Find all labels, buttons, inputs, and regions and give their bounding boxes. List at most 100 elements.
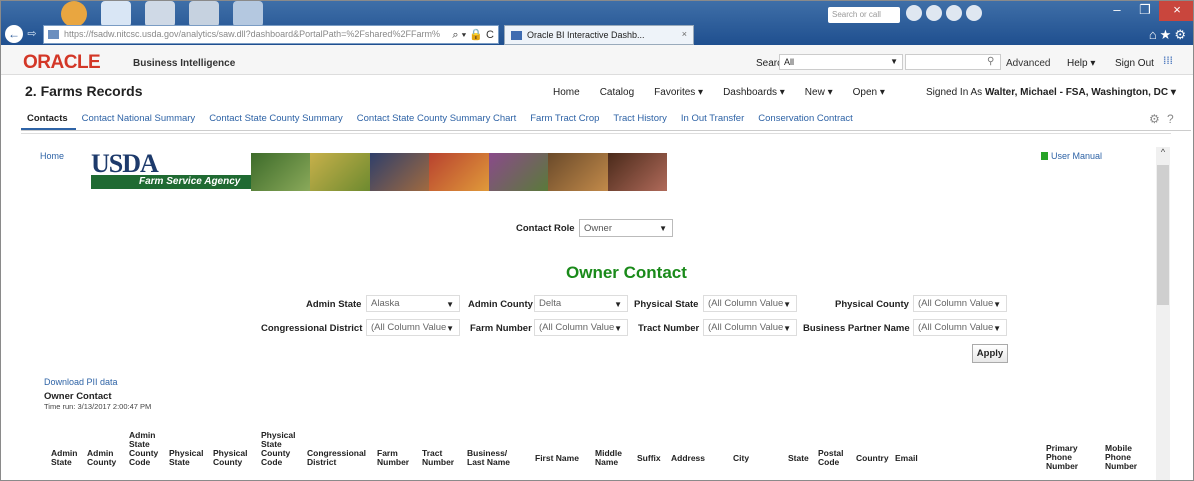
tab-favicon-icon xyxy=(511,31,522,40)
minimize-button[interactable]: – xyxy=(1103,1,1131,21)
column-header[interactable]: State xyxy=(788,454,816,463)
physical-county-select[interactable]: (All Column Value ▼ xyxy=(913,295,1007,312)
nav-favorites[interactable]: Favorites ▾ xyxy=(654,87,703,98)
nav-dashboards[interactable]: Dashboards ▾ xyxy=(723,87,785,98)
document-icon[interactable] xyxy=(233,1,263,27)
nav-open[interactable]: Open ▾ xyxy=(853,87,885,98)
chevron-down-icon: ▼ xyxy=(783,300,791,309)
column-header[interactable]: Physical State xyxy=(169,449,207,467)
chevron-down-icon: ▼ xyxy=(993,300,1001,309)
sign-out-link[interactable]: Sign Out xyxy=(1115,58,1154,69)
gear-icon[interactable]: ⚙ xyxy=(1149,112,1160,126)
scroll-up-icon[interactable]: ^ xyxy=(1156,147,1170,161)
column-header[interactable]: Email xyxy=(895,454,925,463)
tab-tract-history[interactable]: Tract History xyxy=(607,111,674,130)
settings-icon[interactable] xyxy=(926,5,942,21)
congressional-district-select[interactable]: (All Column Value ▼ xyxy=(366,319,460,336)
phone-icon[interactable] xyxy=(906,5,922,21)
business-partner-name-label: Business Partner Name xyxy=(803,323,910,334)
address-bar[interactable]: https://fsadw.nitcsc.usda.gov/analytics/… xyxy=(43,25,499,44)
column-header[interactable]: Physical County xyxy=(213,449,253,467)
user-manual-link[interactable]: User Manual xyxy=(1041,151,1102,161)
contact-role-select[interactable]: Owner ▼ xyxy=(579,219,673,237)
column-header[interactable]: City xyxy=(733,454,763,463)
back-arrow-icon[interactable]: ← xyxy=(5,25,23,43)
obiee-header: ORACLE Business Intelligence Search All … xyxy=(1,45,1193,75)
help-icon[interactable]: ? xyxy=(1167,112,1174,126)
chevron-down-icon: ▼ xyxy=(659,224,667,233)
tab-contact-state-county-summary[interactable]: Contact State County Summary xyxy=(203,111,351,130)
column-header[interactable]: Country xyxy=(856,454,898,463)
tab-conservation-contract[interactable]: Conservation Contract xyxy=(752,111,861,130)
browser-chrome: Search or call – ❐ × ← ⇨ https://fsadw.n… xyxy=(1,1,1193,45)
close-button[interactable]: × xyxy=(1159,1,1193,21)
banner-photo xyxy=(310,153,370,191)
chevron-down-icon: ▼ xyxy=(890,57,898,66)
help-menu[interactable]: Help ▾ xyxy=(1067,58,1095,69)
physical-county-value: (All Column Value xyxy=(918,298,994,309)
apply-button[interactable]: Apply xyxy=(972,344,1008,363)
banner-photo xyxy=(548,153,608,191)
download-pii-link[interactable]: Download PII data xyxy=(44,377,118,387)
signed-in-label: Signed In As xyxy=(926,87,983,98)
nav-catalog[interactable]: Catalog xyxy=(600,87,634,98)
column-header[interactable]: Physical State County Code xyxy=(261,431,301,467)
search-scope-select[interactable]: All ▼ xyxy=(779,54,903,70)
tab-in-out-transfer[interactable]: In Out Transfer xyxy=(675,111,752,130)
home-link[interactable]: Home xyxy=(40,151,64,161)
tab-farm-tract-crop[interactable]: Farm Tract Crop xyxy=(524,111,607,130)
column-header[interactable]: Suffix xyxy=(637,454,669,463)
scrollbar-thumb[interactable] xyxy=(1157,165,1169,305)
column-header[interactable]: Congressional District xyxy=(307,449,373,467)
column-header[interactable]: First Name xyxy=(535,454,587,463)
physical-state-label: Physical State xyxy=(634,299,699,310)
tab-contacts[interactable]: Contacts xyxy=(21,111,76,130)
document-icon[interactable] xyxy=(145,1,175,27)
usda-logo: USDA Farm Service Agency xyxy=(91,149,251,191)
admin-county-select[interactable]: Delta ▼ xyxy=(534,295,628,312)
chevron-down-icon: ▼ xyxy=(993,324,1001,333)
column-header[interactable]: Primary Phone Number xyxy=(1046,444,1090,471)
farm-number-value: (All Column Value xyxy=(539,322,615,333)
banner-photo-strip xyxy=(251,153,667,191)
business-partner-name-select[interactable]: (All Column Value ▼ xyxy=(913,319,1007,336)
physical-county-label: Physical County xyxy=(835,299,909,310)
browser-tab[interactable]: Oracle BI Interactive Dashb... × xyxy=(504,25,694,45)
column-header[interactable]: Admin State xyxy=(51,449,77,467)
column-header[interactable]: Farm Number xyxy=(377,449,415,467)
chevron-down-icon: ▼ xyxy=(446,300,454,309)
forward-arrow-icon[interactable]: ⇨ xyxy=(25,27,39,41)
address-tools[interactable]: ⌕ ▾ 🔒 C xyxy=(452,28,494,42)
column-header[interactable]: Mobile Phone Number xyxy=(1105,444,1149,471)
windows-search-input[interactable]: Search or call xyxy=(828,7,900,23)
nav-home[interactable]: Home xyxy=(553,87,580,98)
column-header[interactable]: Middle Name xyxy=(595,449,629,467)
home-star-gear-icons[interactable]: ⌂★⚙ xyxy=(1149,27,1189,43)
column-header[interactable]: Admin State County Code xyxy=(129,431,163,467)
column-header[interactable]: Admin County xyxy=(87,449,119,467)
chrome-icon[interactable] xyxy=(966,5,982,21)
more-icon[interactable]: ⁞⁞⁞ xyxy=(1163,56,1173,67)
document-icon[interactable] xyxy=(101,1,131,27)
column-header[interactable]: Tract Number xyxy=(422,449,460,467)
advanced-link[interactable]: Advanced xyxy=(1006,58,1050,69)
column-header[interactable]: Postal Code xyxy=(818,449,850,467)
nav-new[interactable]: New ▾ xyxy=(805,87,833,98)
farm-number-select[interactable]: (All Column Value ▼ xyxy=(534,319,628,336)
document-icon[interactable] xyxy=(189,1,219,27)
pinned-shortcuts xyxy=(61,1,263,27)
maximize-button[interactable]: ❐ xyxy=(1131,1,1159,21)
search-icon[interactable]: ⚲ xyxy=(987,56,994,67)
physical-state-select[interactable]: (All Column Value ▼ xyxy=(703,295,797,312)
tab-close-icon[interactable]: × xyxy=(682,29,687,39)
tab-contact-state-county-summary-chart[interactable]: Contact State County Summary Chart xyxy=(351,111,524,130)
admin-state-select[interactable]: Alaska ▼ xyxy=(366,295,460,312)
signed-in-user-menu[interactable]: Walter, Michael - FSA, Washington, DC ▾ xyxy=(985,87,1176,98)
tab-contact-national-summary[interactable]: Contact National Summary xyxy=(76,111,204,130)
search-scope-value: All xyxy=(784,57,795,67)
mail-icon[interactable] xyxy=(946,5,962,21)
column-header[interactable]: Address xyxy=(671,454,717,463)
firefox-icon[interactable] xyxy=(61,1,87,27)
tract-number-select[interactable]: (All Column Value ▼ xyxy=(703,319,797,336)
column-header[interactable]: Business/ Last Name xyxy=(467,449,519,467)
